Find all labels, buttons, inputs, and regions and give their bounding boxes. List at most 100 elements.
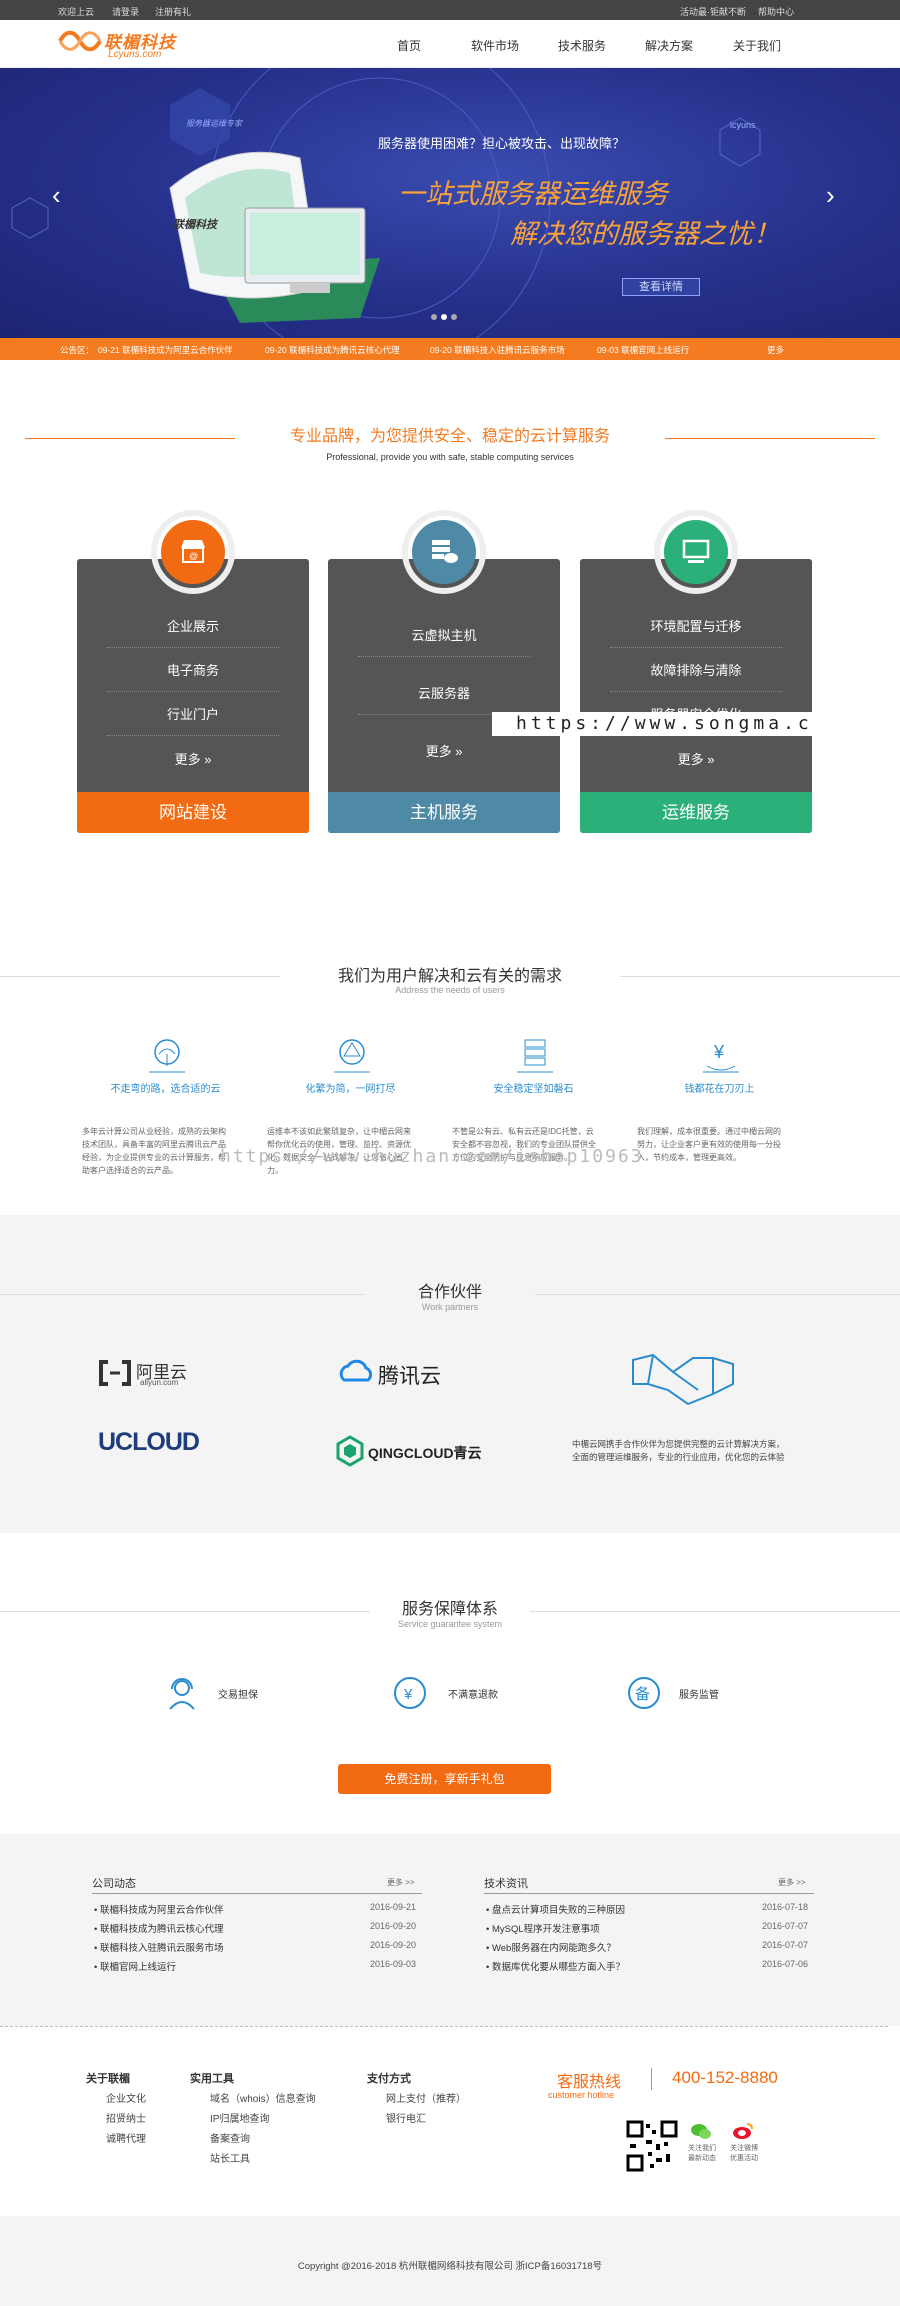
slide-dot-1[interactable]	[431, 314, 437, 320]
card-item[interactable]: 云虚拟主机	[358, 625, 530, 657]
svg-text:¥: ¥	[403, 1686, 413, 1703]
badge-lcyuns: lcyuns	[730, 120, 756, 130]
yen-coin-icon: ¥	[703, 1042, 739, 1073]
slide-dot-3[interactable]	[451, 314, 457, 320]
nav-software-market[interactable]: 软件市场	[471, 37, 519, 54]
announce-item[interactable]: 09-20 联楣科技成为腾讯云核心代理	[265, 344, 400, 356]
footer-link[interactable]: IP归属地查询	[210, 2110, 269, 2125]
watermark-text: https://www.songma.c	[492, 712, 900, 736]
tencent-cloud-name: 腾讯云	[378, 1365, 441, 1388]
hotline-en: customer hotline	[548, 2090, 615, 2100]
footer-link[interactable]: 银行电汇	[386, 2110, 426, 2125]
qr-code	[626, 2120, 678, 2172]
card-item[interactable]: 环境配置与迁移	[610, 616, 782, 648]
news-item[interactable]: • 盘点云计算项目失败的三种原因	[486, 1902, 625, 1916]
nav-about[interactable]: 关于我们	[733, 37, 781, 54]
cloud-umbrella-icon	[149, 1039, 185, 1073]
weibo-icon[interactable]	[732, 2122, 754, 2140]
footer-link[interactable]: 域名（whois）信息查询	[210, 2090, 316, 2105]
need-title: 化繁为简，一网打尽	[305, 1084, 396, 1095]
divider	[92, 1893, 422, 1894]
nav-home[interactable]: 首页	[397, 37, 421, 54]
guarantee-item: 不满意退款	[448, 1690, 498, 1701]
card-icon-ring	[654, 510, 738, 594]
welcome-text: 欢迎上云	[58, 7, 95, 17]
news-date: 2016-07-06	[762, 1959, 809, 1969]
qingcloud-name: QINGCLOUD青云	[368, 1445, 482, 1461]
partners-section	[0, 1215, 900, 1533]
news-item[interactable]: • 数据库优化要从哪些方面入手？	[486, 1959, 625, 1973]
card-item[interactable]: 行业门户	[107, 704, 279, 736]
tech-news-more[interactable]: 更多 >>	[778, 1877, 806, 1888]
banner-next-arrow[interactable]: ›	[826, 180, 835, 211]
qingcloud-icon	[336, 1435, 364, 1467]
banner-detail-button[interactable]: 查看详情	[622, 278, 700, 296]
partners-desc: 中楣云网携手合作伙伴为您提供完整的云计算解决方案，全面的管理运维服务，专业的行业…	[572, 1439, 785, 1462]
tencent-cloud-logo	[339, 1359, 373, 1382]
footer-link[interactable]: 诚聘代理	[106, 2130, 146, 2145]
banner-headline-1: 一站式服务器运维服务	[398, 179, 668, 209]
footer-link[interactable]: 站长工具	[210, 2150, 250, 2165]
card-item[interactable]: 电子商务	[107, 660, 279, 692]
nav-tech-service[interactable]: 技术服务	[558, 37, 606, 54]
hero-banner: 服务器运维专家 lcyuns 联楣科技 服务器使用困难？担心被攻击、出现故障？ …	[0, 68, 900, 338]
card-more-link[interactable]: 更多 »	[580, 749, 812, 768]
card-footer-ops[interactable]: 运维服务	[580, 792, 812, 833]
guarantee-title: 服务保障体系	[401, 1601, 498, 1618]
top-bar: 欢迎上云 请登录 注册有礼 活动最·钜献不断 帮助中心	[0, 0, 900, 20]
promo-link[interactable]: 活动最·钜献不断	[680, 5, 746, 18]
footer-link[interactable]: 招贤纳士	[106, 2110, 146, 2125]
footer-link[interactable]: 企业文化	[106, 2090, 146, 2105]
services-subtitle: Professional, provide you with safe, sta…	[326, 452, 574, 462]
card-more-link[interactable]: 更多 »	[328, 741, 560, 760]
wechat-icon[interactable]	[690, 2122, 712, 2140]
help-link[interactable]: 帮助中心	[758, 5, 794, 18]
aliyun-logo	[99, 1360, 131, 1386]
news-item[interactable]: • Web服务器在内网能跑多久？	[486, 1940, 616, 1954]
news-date: 2016-09-20	[370, 1940, 417, 1950]
nav-solutions[interactable]: 解决方案	[645, 37, 693, 54]
yen-circle-icon: ¥	[394, 1677, 426, 1709]
supervision-icon: 备	[628, 1677, 660, 1709]
banner-prev-arrow[interactable]: ‹	[52, 180, 61, 211]
divider	[651, 2068, 652, 2090]
need-desc: 我们理解，成本很重要。通过中楣云网的努力，让企业客户更有效的使用每一分投入，节约…	[637, 1127, 781, 1162]
slide-dot-2[interactable]	[441, 314, 447, 320]
partners-subtitle: Work partners	[421, 1302, 479, 1312]
card-icon-ring: @	[151, 510, 235, 594]
divider	[484, 1893, 814, 1894]
news-date: 2016-09-20	[370, 1921, 417, 1931]
card-footer-hosting[interactable]: 主机服务	[328, 792, 560, 833]
announce-item[interactable]: 09-03 联楣官网上线运行	[597, 344, 689, 356]
announce-item[interactable]: 09-21 联楣科技成为阿里云合作伙伴	[98, 344, 233, 356]
announce-item[interactable]: 09-20 联楣科技入驻腾讯云服务市场	[430, 344, 565, 356]
news-item[interactable]: • 联楣官网上线运行	[94, 1959, 176, 1973]
announcement-bar: 公告区： 09-21 联楣科技成为阿里云合作伙伴 09-20 联楣科技成为腾讯云…	[0, 338, 900, 360]
news-item[interactable]: • 联楣科技成为阿里云合作伙伴	[94, 1902, 223, 1916]
divider	[530, 1611, 900, 1612]
card-item[interactable]: 企业展示	[107, 616, 279, 648]
divider	[0, 976, 280, 977]
copyright-text: Copyright @2016-2018 杭州联楣网络科技有限公司 浙ICP备1…	[297, 2261, 603, 2272]
company-news-more[interactable]: 更多 >>	[387, 1877, 415, 1888]
card-footer-website[interactable]: 网站建设	[77, 792, 309, 833]
announce-more-link[interactable]: 更多	[767, 344, 784, 356]
free-register-button[interactable]: 免费注册，享新手礼包	[338, 1764, 551, 1794]
card-item[interactable]: 故障排除与清除	[610, 660, 782, 692]
news-item[interactable]: • 联楣科技入驻腾讯云服务市场	[94, 1940, 223, 1954]
footer-link[interactable]: 备案查询	[210, 2130, 250, 2145]
needs-title: 我们为用户解决和云有关的需求	[337, 968, 562, 985]
news-date: 2016-07-07	[762, 1921, 809, 1931]
card-more-link[interactable]: 更多 »	[77, 749, 309, 768]
svg-text:备: 备	[635, 1686, 650, 1703]
news-date: 2016-07-07	[762, 1940, 809, 1950]
wechat-text: 关注我们 最新动态	[688, 2145, 716, 2162]
card-item[interactable]: 云服务器	[358, 683, 530, 715]
service-card-website: 企业展示 电子商务 行业门户 更多 » 网站建设	[77, 559, 309, 833]
footer-col-title: 实用工具	[190, 2073, 234, 2085]
footer-link[interactable]: 网上支付（推荐）	[386, 2090, 466, 2105]
news-item[interactable]: • MySQL程序开发注意事项	[486, 1921, 600, 1935]
register-link[interactable]: 注册有礼	[155, 5, 191, 18]
news-item[interactable]: • 联楣科技成为腾讯云核心代理	[94, 1921, 223, 1935]
login-link[interactable]: 请登录	[112, 5, 139, 18]
